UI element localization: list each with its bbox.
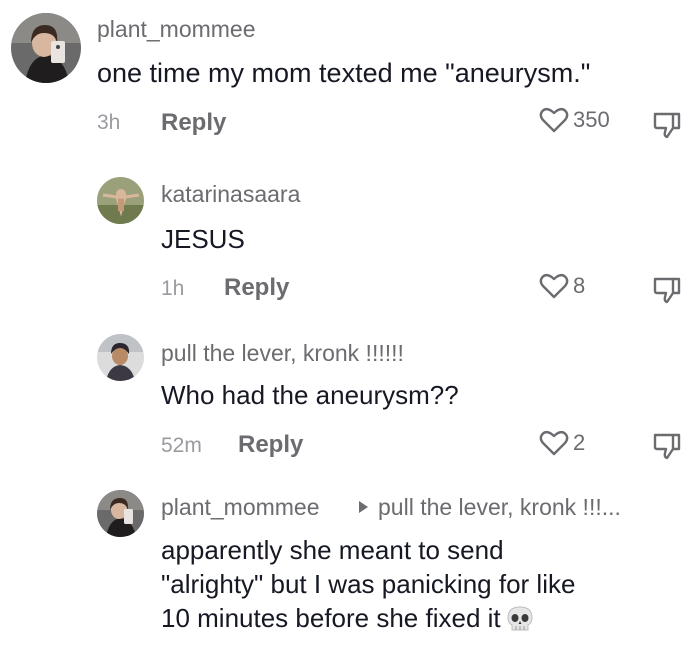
comment-text-line: "alrighty" but I was panicking for like	[161, 569, 576, 599]
comment-text: Who had the aneurysm??	[161, 380, 459, 410]
like-button[interactable]: 2	[539, 429, 585, 457]
comment-timestamp: 3h	[97, 111, 121, 134]
comment-username[interactable]: katarinasaara	[161, 181, 300, 208]
comment-text-line: 10 minutes before she fixed it	[161, 601, 575, 641]
like-button[interactable]: 350	[539, 106, 610, 134]
dislike-button[interactable]	[652, 110, 682, 145]
comment-text: JESUS	[161, 224, 245, 254]
comment-timestamp: 52m	[161, 434, 202, 457]
skull-emoji-icon	[505, 605, 535, 641]
heart-outline-icon	[539, 272, 569, 300]
like-count: 350	[573, 107, 610, 132]
avatar[interactable]	[11, 13, 81, 83]
comment-text-line: apparently she meant to send	[161, 535, 504, 565]
thumbs-down-icon	[652, 112, 682, 144]
thumbs-down-icon	[652, 433, 682, 465]
thumbs-down-icon	[652, 277, 682, 309]
comment-text: one time my mom texted me "aneurysm."	[97, 58, 591, 88]
comment-username[interactable]: pull the lever, kronk !!!!!!	[161, 340, 404, 367]
like-count: 8	[573, 273, 586, 298]
like-button[interactable]: 8	[539, 272, 585, 300]
dislike-button[interactable]	[652, 431, 682, 466]
reply-button[interactable]: Reply	[161, 109, 226, 137]
reply-button[interactable]: Reply	[238, 431, 303, 459]
avatar[interactable]	[97, 490, 144, 537]
comment-timestamp: 1h	[161, 277, 185, 300]
like-count: 2	[573, 430, 586, 455]
comment-username[interactable]: plant_mommee	[161, 494, 320, 521]
avatar[interactable]	[97, 334, 144, 381]
reply-button[interactable]: Reply	[224, 274, 289, 302]
comment-text: apparently she meant to send "alrighty" …	[161, 533, 575, 641]
avatar[interactable]	[97, 177, 144, 224]
comment-username[interactable]: plant_mommee	[97, 16, 256, 43]
heart-outline-icon	[539, 429, 569, 457]
reply-arrow-icon	[359, 501, 368, 513]
heart-outline-icon	[539, 106, 569, 134]
dislike-button[interactable]	[652, 275, 682, 310]
reply-to-username[interactable]: pull the lever, kronk !!!...	[378, 494, 621, 521]
comment-text-line-text: 10 minutes before she fixed it	[161, 603, 501, 633]
